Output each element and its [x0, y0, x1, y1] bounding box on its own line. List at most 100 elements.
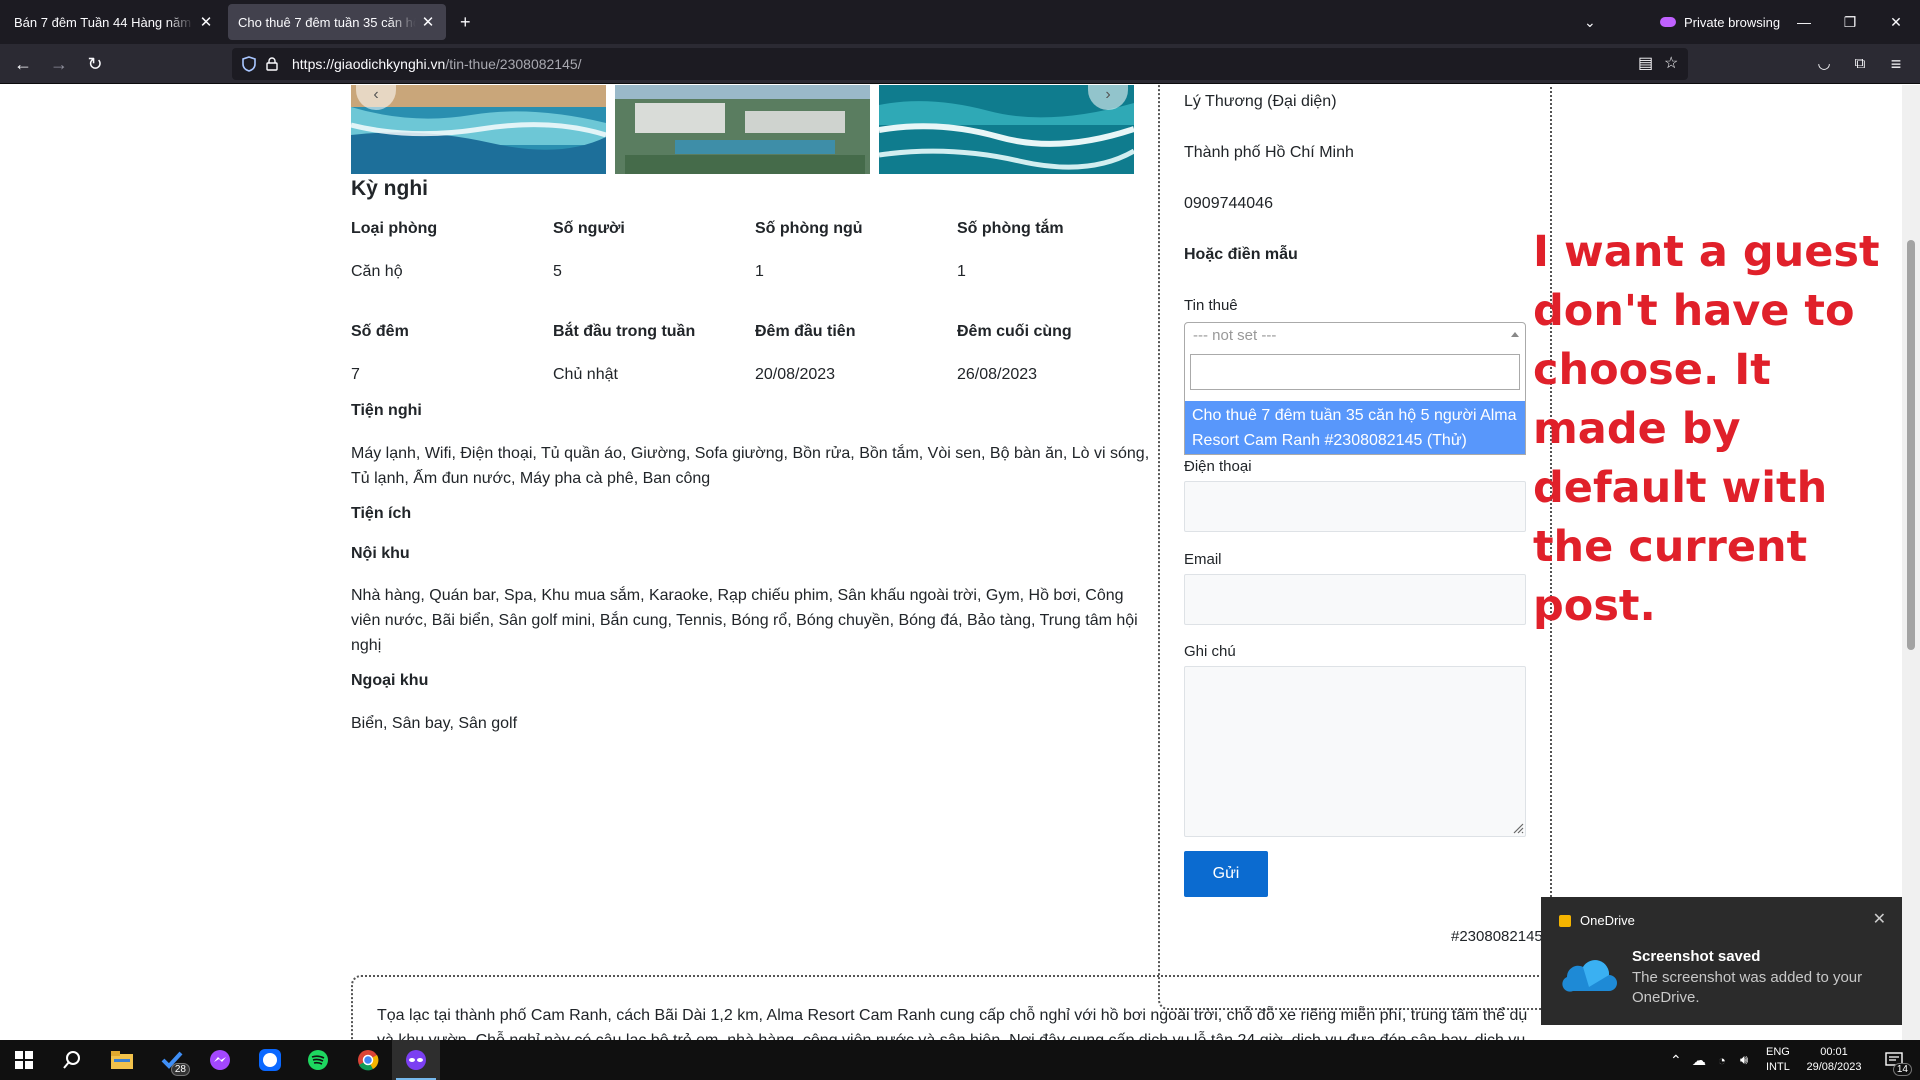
messenger-icon[interactable]	[196, 1040, 244, 1080]
tab-title: Bán 7 đêm Tuần 44 Hàng năm Căn hộ	[14, 14, 194, 30]
firefox-private-icon[interactable]	[392, 1040, 440, 1080]
label-bedrooms: Số phòng ngủ	[755, 220, 863, 237]
tab-close-icon[interactable]: ✕	[198, 13, 214, 31]
new-tab-icon[interactable]: +	[460, 0, 471, 44]
language-indicator[interactable]: ENG INTL	[1766, 1040, 1790, 1080]
back-arrow-icon[interactable]: ←	[7, 48, 39, 80]
scrollbar-thumb[interactable]	[1907, 240, 1915, 650]
value-guests: 5	[553, 263, 562, 280]
language-secondary: INTL	[1766, 1061, 1790, 1073]
tab-list-chevron-icon[interactable]: ⌄	[1584, 0, 1596, 44]
language-primary: ENG	[1766, 1046, 1790, 1058]
private-browsing-indicator: Private browsing	[1660, 0, 1780, 44]
clock[interactable]: 00:01 29/08/2023	[1800, 1040, 1868, 1080]
reload-icon[interactable]: ↻	[79, 48, 111, 80]
bookmark-star-icon[interactable]: ☆	[1664, 48, 1678, 80]
submit-button[interactable]: Gửi	[1184, 851, 1268, 897]
volume-icon[interactable]: 🔊︎	[1740, 1040, 1748, 1080]
page-scrollbar[interactable]	[1902, 85, 1920, 1040]
zalo-icon[interactable]	[246, 1040, 294, 1080]
file-explorer-icon[interactable]	[98, 1040, 146, 1080]
chrome-icon[interactable]	[344, 1040, 392, 1080]
notification-title: Screenshot saved	[1632, 948, 1761, 965]
description-line: Tọa lạc tại thành phố Cam Ranh, cách Bãi…	[377, 1007, 1527, 1024]
listing-select[interactable]: --- not set ---	[1184, 322, 1526, 350]
minimize-icon[interactable]: —	[1781, 0, 1827, 44]
outside-text: Biển, Sân bay, Sân golf	[351, 715, 518, 732]
clock-date: 29/08/2023	[1806, 1061, 1862, 1073]
outside-title: Ngoại khu	[351, 672, 429, 689]
tracking-shield-icon[interactable]	[242, 56, 256, 72]
pocket-icon[interactable]: ◡	[1808, 48, 1840, 80]
amenities-text: Máy lạnh, Wifi, Điện thoại, Tủ quần áo, …	[351, 441, 1149, 491]
select-dropdown: Cho thuê 7 đêm tuần 35 căn hộ 5 người Al…	[1184, 349, 1526, 455]
forward-arrow-icon[interactable]: →	[43, 48, 75, 80]
notification-count-badge: 14	[1892, 1063, 1912, 1076]
form-heading: Hoặc điền mẫu	[1184, 246, 1298, 263]
description-line: và khu vườn. Chỗ nghỉ này có câu lạc bộ …	[377, 1028, 1527, 1040]
tab-sale-listing[interactable]: Bán 7 đêm Tuần 44 Hàng năm Căn hộ ✕	[4, 4, 224, 40]
value-first-night: 20/08/2023	[755, 366, 836, 383]
spotify-icon[interactable]	[294, 1040, 342, 1080]
phone-field[interactable]	[1184, 481, 1526, 532]
email-label: Email	[1184, 551, 1222, 568]
tab-close-icon[interactable]: ✕	[420, 13, 436, 31]
annotation-text: I want a guest don't have to choose. It …	[1533, 227, 1880, 631]
value-bathrooms: 1	[957, 263, 966, 280]
inside-text: Nhà hàng, Quán bar, Spa, Khu mua sắm, Ka…	[351, 583, 1138, 658]
label-start-day: Bắt đầu trong tuần	[553, 323, 696, 340]
description-text: Tọa lạc tại thành phố Cam Ranh, cách Bãi…	[377, 1003, 1527, 1040]
extensions-icon[interactable]: ⧉	[1844, 48, 1876, 80]
private-browsing-label: Private browsing	[1684, 14, 1781, 30]
lock-icon[interactable]	[266, 57, 278, 71]
address-bar[interactable]: https://giaodichkynghi.vn/tin-thue/23080…	[232, 48, 1688, 80]
restore-icon[interactable]: ❐	[1827, 0, 1873, 44]
note-textarea[interactable]	[1184, 666, 1526, 837]
value-bedrooms: 1	[755, 263, 764, 280]
note-label: Ghi chú	[1184, 643, 1236, 660]
amenities-line: Tủ lạnh, Ấm đun nước, Máy pha cà phê, Ba…	[351, 470, 711, 487]
select-placeholder: --- not set ---	[1193, 327, 1277, 344]
email-field[interactable]	[1184, 574, 1526, 625]
onedrive-notification[interactable]: OneDrive ✕ Screenshot saved The screensh…	[1541, 897, 1902, 1025]
gallery-image-resort[interactable]	[615, 85, 870, 174]
label-bathrooms: Số phòng tắm	[957, 220, 1064, 237]
tab-title: Cho thuê 7 đêm tuần 35 căn hộ 5 người	[238, 14, 416, 30]
search-icon[interactable]	[48, 1040, 96, 1080]
onedrive-cloud-icon	[1562, 960, 1617, 992]
notification-body: The screenshot was added to your OneDriv…	[1632, 969, 1863, 1006]
windows-taskbar: 28 ⌃ ☁ ◔ 🔊︎ ENG INTL 00:01 29/08/2023 14	[0, 1040, 1920, 1080]
onedrive-tray-icon[interactable]: ☁	[1692, 1040, 1706, 1080]
browser-nav-bar: ← → ↻ https://giaodichkynghi.vn/tin-thue…	[0, 44, 1920, 84]
reader-view-icon[interactable]: ▤	[1638, 48, 1653, 80]
select-search-input[interactable]	[1190, 354, 1520, 390]
label-last-night: Đêm cuối cùng	[957, 323, 1072, 340]
amenities-line: Máy lạnh, Wifi, Điện thoại, Tủ quần áo, …	[351, 445, 1150, 462]
notification-center-icon[interactable]: 14	[1876, 1040, 1912, 1080]
web-page: ‹ › Kỳ nghi Loại phòng Số người Số phòng…	[0, 85, 1902, 1040]
tray-overflow-chevron-icon[interactable]: ⌃	[1670, 1040, 1682, 1080]
window-close-icon[interactable]: ✕	[1873, 0, 1919, 44]
menu-icon[interactable]: ≡	[1880, 48, 1912, 80]
tab-rent-listing[interactable]: Cho thuê 7 đêm tuần 35 căn hộ 5 người ✕	[228, 4, 446, 40]
url-text[interactable]: https://giaodichkynghi.vn/tin-thue/23080…	[292, 56, 582, 72]
contact-phone: 0909744046	[1184, 195, 1273, 212]
todo-badge: 28	[170, 1063, 190, 1076]
notification-close-icon[interactable]: ✕	[1873, 909, 1886, 929]
inside-line: nghị	[351, 637, 382, 654]
browser-tab-bar: Bán 7 đêm Tuần 44 Hàng năm Căn hộ ✕ Cho …	[0, 0, 1920, 44]
todo-icon[interactable]: 28	[148, 1040, 196, 1080]
value-start-day: Chủ nhật	[553, 366, 618, 383]
label-room-type: Loại phòng	[351, 220, 438, 237]
network-icon[interactable]: ◔	[1718, 1040, 1726, 1080]
private-mask-icon	[1660, 17, 1676, 27]
phone-label: Điện thoại	[1184, 458, 1252, 475]
windows-start-icon[interactable]	[0, 1040, 48, 1080]
select-arrow-icon	[1511, 332, 1519, 337]
select-label: Tin thuê	[1184, 297, 1238, 314]
inside-title: Nội khu	[351, 545, 410, 562]
inside-line: Nhà hàng, Quán bar, Spa, Khu mua sắm, Ka…	[351, 587, 1124, 604]
contact-name: Lý Thương (Đại diện)	[1184, 93, 1337, 110]
select-option[interactable]: Cho thuê 7 đêm tuần 35 căn hộ 5 người Al…	[1185, 401, 1525, 454]
resize-grip-icon[interactable]	[1512, 822, 1524, 834]
